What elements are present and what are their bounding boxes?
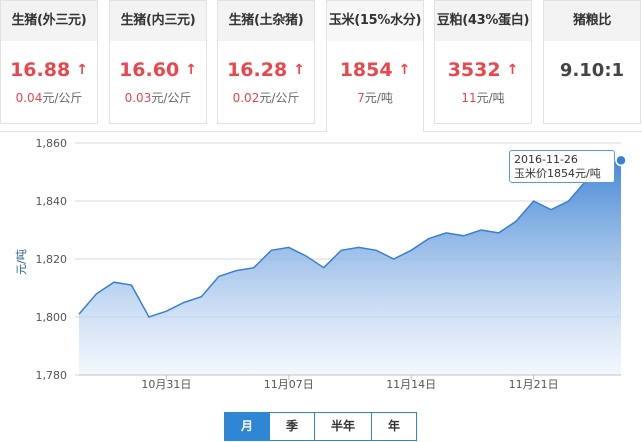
- up-arrow-icon: ↑: [398, 62, 411, 78]
- tab-period[interactable]: 季: [269, 413, 314, 440]
- data-point: [288, 246, 290, 248]
- data-point: [218, 275, 220, 277]
- data-tooltip: 2016-11-26 玉米价1854元/吨: [509, 150, 615, 183]
- data-point: [410, 249, 412, 251]
- data-point: [445, 232, 447, 234]
- y-tick-label: 1,860: [36, 137, 68, 150]
- tooltip-date: 2016-11-26: [514, 153, 578, 166]
- data-point: [532, 200, 534, 202]
- data-point: [113, 281, 115, 283]
- data-point: [148, 316, 150, 318]
- data-point: [375, 249, 377, 251]
- price-value: 1854: [339, 59, 393, 81]
- change-unit: 元/吨: [364, 91, 393, 105]
- y-tick-label: 1,840: [36, 195, 68, 208]
- data-point: [200, 296, 202, 298]
- tooltip-value: 玉米价1854元/吨: [514, 167, 601, 180]
- data-point: [567, 200, 569, 202]
- tab-period[interactable]: 年: [371, 413, 416, 440]
- tab-period[interactable]: 半年: [314, 413, 371, 440]
- card-change: 7元/吨: [327, 89, 423, 106]
- data-point: [253, 267, 255, 269]
- card-title: 玉米(15%水分): [327, 1, 423, 41]
- price-card[interactable]: 玉米(15%水分) 1854 ↑ 7元/吨: [326, 0, 424, 132]
- data-point: [305, 255, 307, 257]
- data-point: [393, 258, 395, 260]
- data-point: [358, 246, 360, 248]
- data-point: [615, 154, 627, 167]
- data-point: [515, 220, 517, 222]
- data-point: [235, 269, 237, 271]
- x-tick-label: 11月14日: [386, 378, 436, 391]
- data-point: [270, 249, 272, 251]
- x-tick-label: 11月07日: [264, 378, 314, 391]
- x-tick-label: 11月21日: [509, 378, 559, 391]
- tab-period[interactable]: 月: [225, 413, 269, 440]
- y-axis-label: 元/吨: [15, 249, 28, 275]
- data-point: [183, 301, 185, 303]
- data-point: [323, 267, 325, 269]
- x-tick-label: 10月31日: [141, 378, 191, 391]
- data-point: [78, 313, 80, 315]
- data-point: [95, 293, 97, 295]
- data-point: [497, 232, 499, 234]
- data-point: [480, 229, 482, 231]
- y-tick-label: 1,780: [36, 369, 68, 382]
- corn-price-chart: 1,780 1,800 1,820 1,840 1,860 元/吨 10月31日 11月07日…: [15, 137, 627, 391]
- data-point: [427, 238, 429, 240]
- card-price: 1854 ↑: [327, 57, 423, 83]
- period-tabs: 月季半年年: [224, 412, 417, 441]
- y-tick-label: 1,800: [36, 311, 68, 324]
- y-tick-label: 1,820: [36, 253, 68, 266]
- change-value: 7: [357, 91, 365, 105]
- data-point: [462, 235, 464, 237]
- data-point: [340, 249, 342, 251]
- series-area: [79, 160, 621, 375]
- data-point: [165, 310, 167, 312]
- data-point: [130, 284, 132, 286]
- data-point: [550, 209, 552, 211]
